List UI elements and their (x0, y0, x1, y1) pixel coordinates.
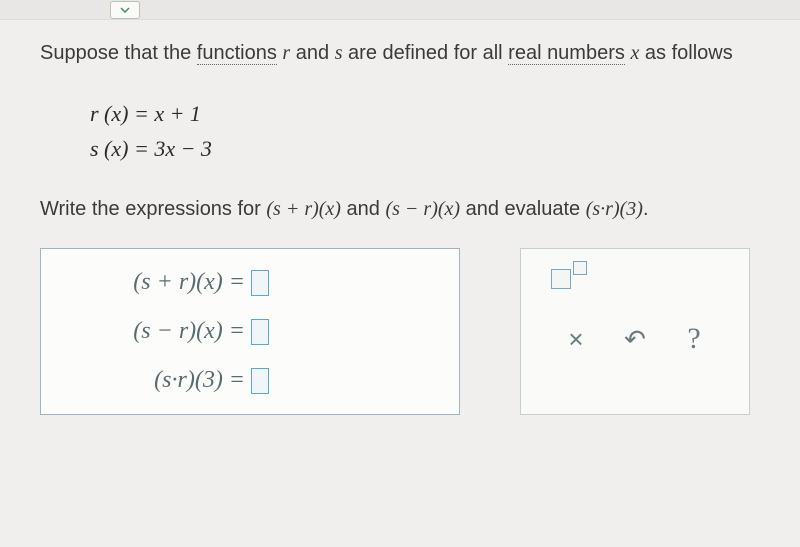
answer-row: (s + r)(x) = (s − r)(x) = (s·r)(3) = × ↶… (40, 248, 760, 415)
tool-row: × ↶ ? (541, 319, 729, 359)
reset-button[interactable]: ↶ (610, 319, 660, 359)
equation-s: s (x) = 3x − 3 (90, 131, 760, 166)
answer-line-sum: (s + r)(x) = (71, 269, 429, 296)
answer-line-prod: (s·r)(3) = (71, 367, 429, 394)
chevron-down-icon (120, 7, 130, 13)
real-numbers-link[interactable]: real numbers (508, 42, 625, 65)
exponent-base-icon (551, 269, 571, 289)
var-s: s (335, 42, 343, 64)
input-sum[interactable] (251, 270, 269, 296)
exponent-super-icon (573, 261, 587, 275)
dropdown-button[interactable] (110, 1, 140, 19)
clear-button[interactable]: × (551, 319, 601, 359)
instruction-text: Write the expressions for (s + r)(x) and… (40, 194, 760, 224)
intro-text: Suppose that the functions r and s are d… (40, 38, 760, 68)
exponent-tool[interactable] (541, 269, 729, 289)
question-content: Suppose that the functions r and s are d… (0, 20, 800, 433)
expr-diff: (s − r)(x) (385, 198, 460, 220)
equation-r: r (x) = x + 1 (90, 96, 760, 131)
answer-label-diff: (s − r)(x) = (133, 318, 245, 345)
equation-block: r (x) = x + 1 s (x) = 3x − 3 (90, 96, 760, 166)
help-button[interactable]: ? (669, 319, 719, 359)
functions-link[interactable]: functions (197, 42, 277, 65)
intro-prefix: Suppose that the (40, 42, 197, 64)
input-diff[interactable] (251, 319, 269, 345)
answer-line-diff: (s − r)(x) = (71, 318, 429, 345)
var-x: x (630, 42, 639, 64)
tools-panel: × ↶ ? (520, 248, 750, 415)
answer-box: (s + r)(x) = (s − r)(x) = (s·r)(3) = (40, 248, 460, 415)
top-bar (0, 0, 800, 20)
expr-prod: (s·r)(3) (586, 198, 643, 220)
answer-label-sum: (s + r)(x) = (133, 269, 245, 296)
answer-label-prod: (s·r)(3) = (154, 367, 245, 394)
expr-sum: (s + r)(x) (266, 198, 341, 220)
input-prod[interactable] (251, 368, 269, 394)
